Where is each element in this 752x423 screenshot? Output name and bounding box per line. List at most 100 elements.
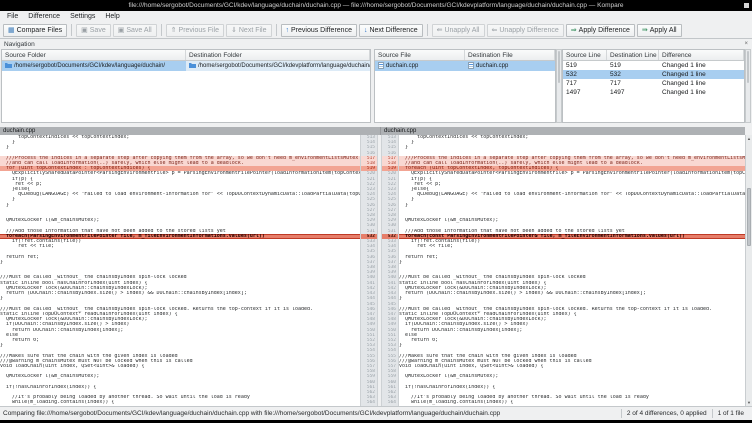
code-line: qCDebug(LANGUAGE) << "Failed to load env… xyxy=(0,192,360,197)
difference-row[interactable]: 519519Changed 1 line xyxy=(563,61,744,70)
source-line-numbers: 5135145155165175185195205215225235245255… xyxy=(360,135,378,406)
source-pane-title: duchain.cpp xyxy=(0,127,381,135)
destination-line-value: 717 xyxy=(607,79,659,88)
toolbar-button-save-all[interactable]: ▣Save All xyxy=(113,24,157,37)
cpp-file-icon xyxy=(468,62,474,71)
menu-difference[interactable]: Difference xyxy=(23,13,65,20)
toolbar: ▦Compare Files ▣Save▣Save All ⇑Previous Fi… xyxy=(0,22,752,39)
line-number: 564 xyxy=(382,400,398,405)
line-number: 564 xyxy=(361,400,377,405)
files-panel: Source File Destination File duchain.cpp… xyxy=(374,49,556,123)
differences-scrollbar[interactable] xyxy=(745,49,751,123)
folders-panel: Source Folder Destination Folder /home/s… xyxy=(1,49,371,123)
source-line-value: 1497 xyxy=(563,88,607,97)
difference-row[interactable]: 532532Changed 1 line xyxy=(563,70,744,79)
toolbar-button-label: Unapply Difference xyxy=(499,27,558,34)
toolbar-button-next-difference[interactable]: ↓Next Difference xyxy=(359,24,423,37)
destination-line-value: 519 xyxy=(607,61,659,70)
toolbar-button-label: Next File xyxy=(239,27,267,34)
toolbar-button-label: Unapply All xyxy=(444,27,479,34)
toolbar-button-label: Apply Difference xyxy=(579,27,630,34)
scroll-track[interactable] xyxy=(746,142,752,399)
titlebar: file:///home/sergobot/Documents/GCI/kdev… xyxy=(0,0,752,11)
code-line: QExplicitlySharedDataPointer<ParsingEnvi… xyxy=(399,171,745,176)
toolbar-button-apply-difference[interactable]: ⇒Apply Difference xyxy=(566,24,635,37)
source-code-pane[interactable]: topContextIndices << topContextIndex; } … xyxy=(0,135,360,406)
destination-file-item[interactable]: duchain.cpp xyxy=(465,61,555,71)
destination-line-numbers: 5135145155165175185195205215225235245255… xyxy=(381,135,399,406)
menubar: FileDifferenceSettingsHelp xyxy=(0,11,752,22)
source-folder-item[interactable]: /home/sergobot/Documents/GCI/kdev/langua… xyxy=(2,61,186,71)
statusbar: Comparing file:///home/sergobot/Document… xyxy=(0,406,752,420)
scrollbar-thumb[interactable] xyxy=(558,51,560,83)
toolbar-button-next-file[interactable]: ⇓Next File xyxy=(226,24,272,37)
destination-folder-item[interactable]: /home/sergobot/Documents/GCI/kdevplatfor… xyxy=(186,61,370,71)
differences-panel: Source Line Destination Line Difference … xyxy=(562,49,745,123)
scrollbar-thumb[interactable] xyxy=(747,188,751,246)
destination-line-value: 1497 xyxy=(607,88,659,97)
previous-difference-icon: ↑ xyxy=(286,27,290,34)
destination-folder-path: /home/sergobot/Documents/GCI/kdevplatfor… xyxy=(198,63,370,69)
source-file-name: duchain.cpp xyxy=(386,63,418,69)
difference-value: Changed 1 line xyxy=(659,88,744,97)
menu-help[interactable]: Help xyxy=(100,13,124,20)
window-title: file:///home/sergobot/Documents/GCI/kdev… xyxy=(128,2,623,9)
next-file-icon: ⇓ xyxy=(231,27,237,34)
toolbar-button-apply-all[interactable]: ⇛Apply All xyxy=(637,24,682,37)
source-file-header[interactable]: Source File xyxy=(375,50,465,60)
toolbar-button-label: Previous File xyxy=(179,27,219,34)
diff-pane-titles: duchain.cpp duchain.cpp xyxy=(0,127,752,135)
difference-header[interactable]: Difference xyxy=(659,50,744,60)
destination-file-header[interactable]: Destination File xyxy=(465,50,555,60)
status-message: Comparing file:///home/sergobot/Document… xyxy=(3,410,500,417)
toolbar-button-compare-files[interactable]: ▦Compare Files xyxy=(3,24,67,37)
previous-file-icon: ⇑ xyxy=(171,27,177,34)
destination-pane-title: duchain.cpp xyxy=(381,127,745,135)
difference-value: Changed 1 line xyxy=(659,79,744,88)
toolbar-button-unapply-difference[interactable]: ⇐Unapply Difference xyxy=(487,24,564,37)
menu-settings[interactable]: Settings xyxy=(65,13,100,20)
code-line: while(m_loading.contains(index)) { xyxy=(0,400,360,405)
toolbar-button-previous-file[interactable]: ⇑Previous File xyxy=(166,24,224,37)
toolbar-separator xyxy=(161,24,162,36)
toolbar-button-previous-difference[interactable]: ↑Previous Difference xyxy=(281,24,357,37)
source-file-item[interactable]: duchain.cpp xyxy=(375,61,465,71)
source-line-value: 717 xyxy=(563,79,607,88)
destination-folder-header[interactable]: Destination Folder xyxy=(186,50,370,60)
scrollbar-thumb[interactable] xyxy=(747,51,749,83)
pane-title-stub xyxy=(745,127,752,135)
toolbar-button-save[interactable]: ▣Save xyxy=(76,24,111,37)
navigation-dock-header: Navigation × xyxy=(0,39,752,49)
code-line: while(m_loading.contains(index)) { xyxy=(399,400,745,405)
scroll-down-arrow[interactable]: ▼ xyxy=(746,399,752,406)
save-icon: ▣ xyxy=(81,27,88,34)
difference-value: Changed 1 line xyxy=(659,70,744,79)
close-button[interactable] xyxy=(744,3,749,8)
next-difference-icon: ↓ xyxy=(364,27,368,34)
destination-code-pane[interactable]: topContextIndices << topContextIndex; } … xyxy=(399,135,745,406)
source-line-header[interactable]: Source Line xyxy=(563,50,607,60)
difference-row[interactable]: 717717Changed 1 line xyxy=(563,79,744,88)
destination-line-header[interactable]: Destination Line xyxy=(607,50,659,60)
diff-vertical-scrollbar[interactable]: ▲ ▼ xyxy=(745,135,752,406)
toolbar-button-label: Compare Files xyxy=(17,27,63,34)
difference-value: Changed 1 line xyxy=(659,61,744,70)
toolbar-button-unapply-all[interactable]: ⇚Unapply All xyxy=(432,24,485,37)
cpp-file-icon xyxy=(378,62,384,71)
dock-close-icon[interactable]: × xyxy=(744,41,748,47)
source-folder-header[interactable]: Source Folder xyxy=(2,50,186,60)
apply-all-icon: ⇛ xyxy=(642,27,648,34)
scroll-up-arrow[interactable]: ▲ xyxy=(746,135,752,142)
unapply-difference-icon: ⇐ xyxy=(492,27,498,34)
menu-file[interactable]: File xyxy=(2,13,23,20)
toolbar-button-label: Previous Difference xyxy=(291,27,352,34)
toolbar-separator xyxy=(71,24,72,36)
file-count-status: 1 of 1 file xyxy=(712,409,749,418)
toolbar-separator xyxy=(276,24,277,36)
destination-line-value: 532 xyxy=(607,70,659,79)
files-scrollbar[interactable] xyxy=(556,49,562,123)
unapply-all-icon: ⇚ xyxy=(437,27,443,34)
difference-row[interactable]: 14971497Changed 1 line xyxy=(563,88,744,97)
navigation-area: Source Folder Destination Folder /home/s… xyxy=(0,49,752,123)
toolbar-button-label: Apply All xyxy=(650,27,677,34)
